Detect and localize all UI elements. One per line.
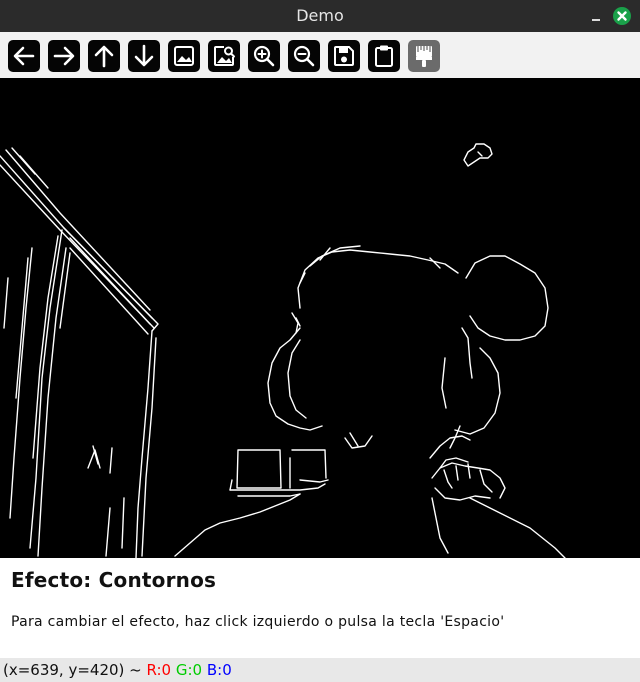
window-title: Demo (296, 6, 344, 25)
effect-button[interactable] (408, 40, 440, 72)
up-button[interactable] (88, 40, 120, 72)
clipboard-button[interactable] (368, 40, 400, 72)
toolbar (0, 32, 640, 78)
back-button[interactable] (8, 40, 40, 72)
instructions-text: Para cambiar el efecto, haz click izquie… (11, 614, 505, 630)
close-button[interactable] (613, 7, 631, 25)
title-bar: Demo (0, 0, 640, 32)
minimize-button[interactable] (586, 6, 606, 26)
down-button[interactable] (128, 40, 160, 72)
image-search-icon (214, 46, 235, 66)
image-canvas[interactable] (0, 78, 640, 558)
arrow-down-icon (134, 44, 154, 67)
paint-brush-icon (416, 46, 432, 67)
status-bar: (x=639, y=420) ~ R:0 G:0 B:0 (0, 658, 640, 682)
zoom-out-icon (293, 45, 315, 67)
arrow-left-icon (13, 46, 35, 66)
zoom-in-button[interactable] (248, 40, 280, 72)
image-icon (174, 46, 194, 66)
arrow-right-icon (53, 46, 75, 66)
zoom-in-icon (253, 45, 275, 67)
arrow-up-icon (94, 45, 114, 68)
edge-detection-image (0, 143, 566, 558)
clipboard-icon (375, 45, 393, 67)
save-button[interactable] (328, 40, 360, 72)
close-icon (617, 11, 627, 21)
cursor-coordinates: (x=639, y=420) ~ (3, 661, 142, 679)
forward-button[interactable] (48, 40, 80, 72)
zoom-out-button[interactable] (288, 40, 320, 72)
image-search-button[interactable] (208, 40, 240, 72)
red-value: R:0 (146, 661, 172, 679)
effect-title: Efecto: Contornos (11, 568, 217, 592)
open-image-button[interactable] (168, 40, 200, 72)
blue-value: B:0 (206, 661, 232, 679)
green-value: G:0 (175, 661, 203, 679)
save-icon (334, 46, 354, 66)
app-window: Demo Efecto: Contornos Para cambiar el e… (0, 0, 640, 682)
